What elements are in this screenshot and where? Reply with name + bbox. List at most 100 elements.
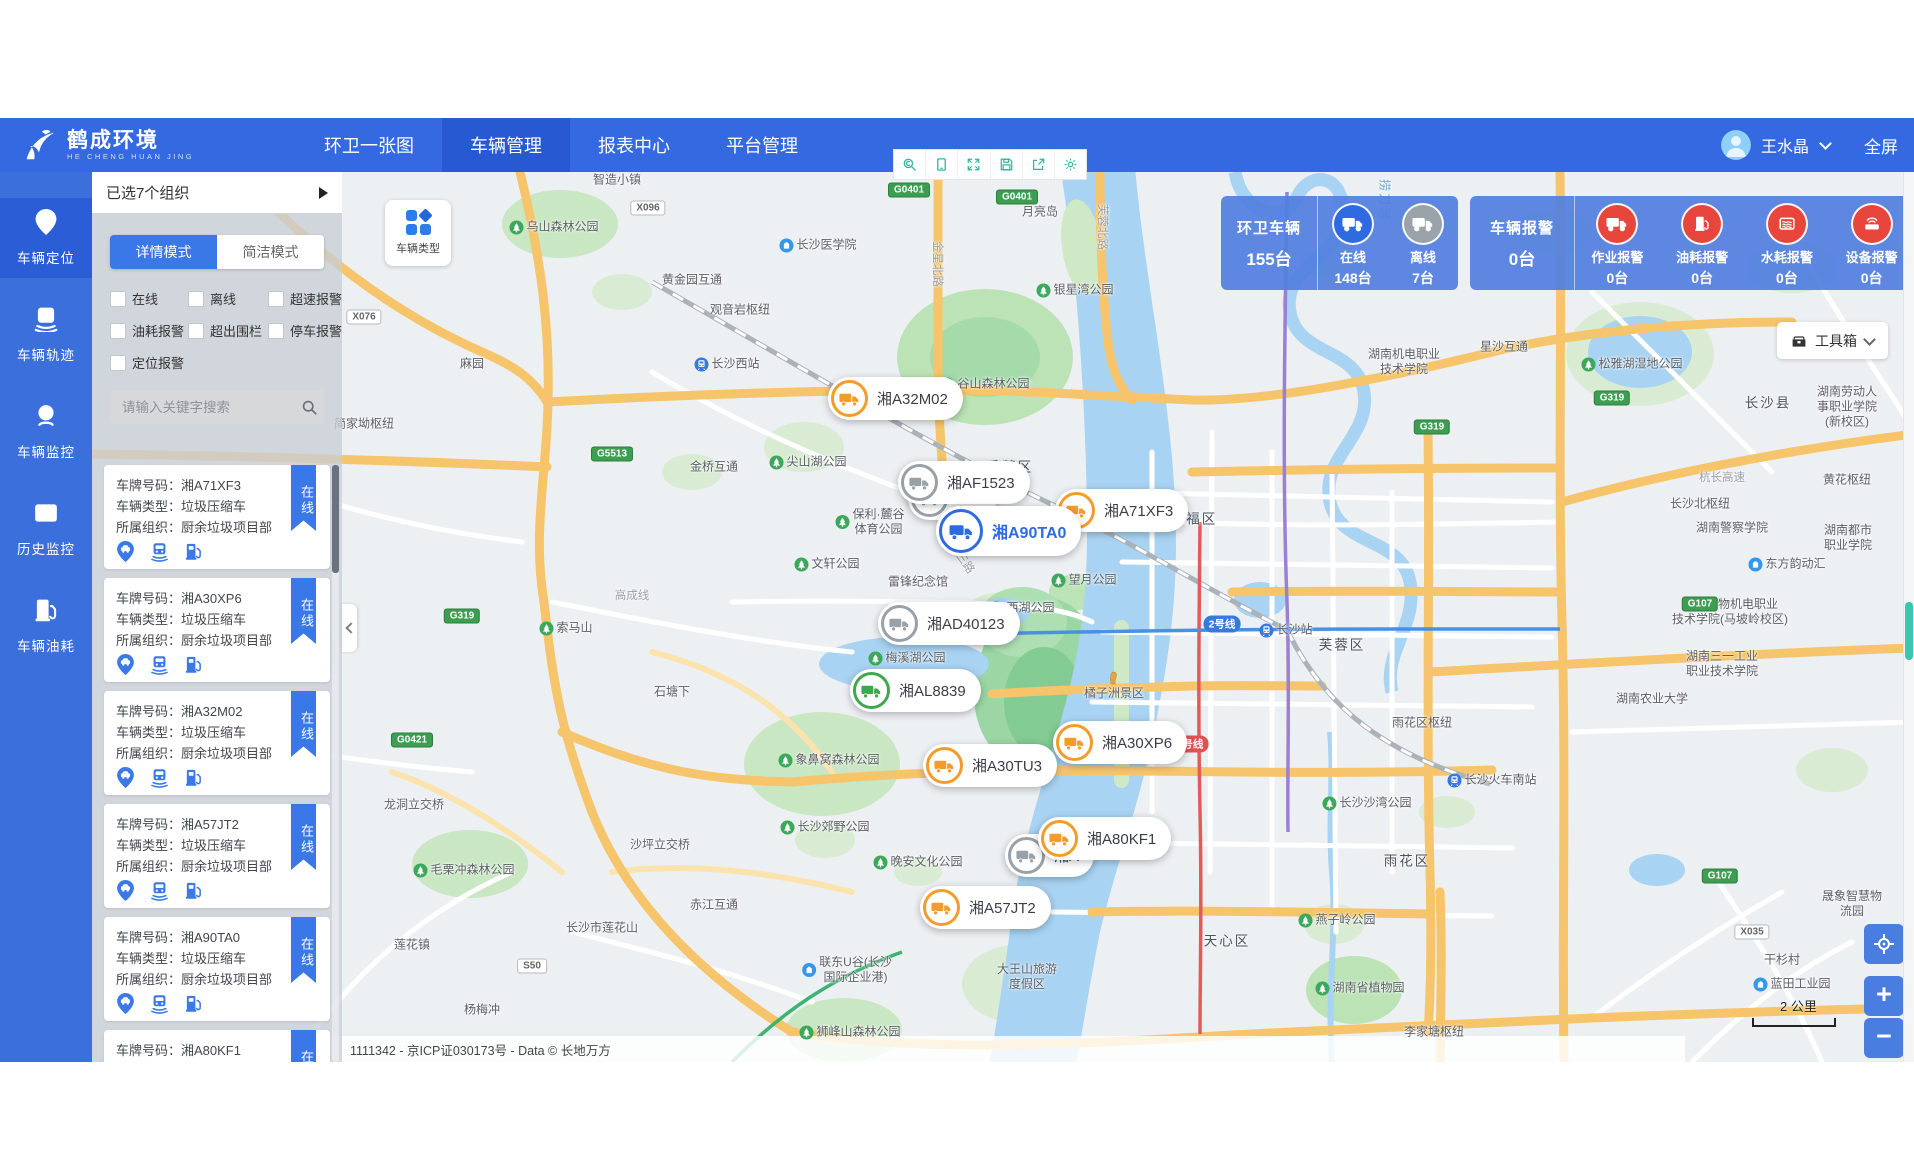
zoom-out-button[interactable]: −: [1864, 1018, 1904, 1058]
vehicle-card[interactable]: 车牌号码：湘A30XP6车辆类型：垃圾压缩车所属组织：厨余垃圾项目部在线: [104, 578, 330, 682]
track-action-icon[interactable]: [150, 993, 169, 1014]
filter-label: 定位报警: [132, 353, 184, 372]
tree-icon: [1322, 796, 1336, 810]
avatar[interactable]: [1721, 130, 1751, 160]
tab-simple-mode[interactable]: 简洁模式: [217, 235, 324, 269]
zoom-in-button[interactable]: +: [1864, 976, 1904, 1016]
locate-action-icon[interactable]: [116, 880, 135, 901]
map-label-poi: 金桥互通: [690, 460, 738, 475]
expand-arrow-icon[interactable]: [319, 187, 328, 199]
truck-icon: [939, 509, 983, 553]
vehicle-type-button[interactable]: 车辆类型: [385, 200, 451, 266]
filter-5[interactable]: 超出围栏: [188, 321, 268, 340]
sidebar-item-track[interactable]: 车辆轨迹: [0, 295, 92, 375]
save-icon[interactable]: [990, 150, 1022, 179]
sidebar-item-video[interactable]: 历史监控: [0, 489, 92, 569]
tree-icon: [799, 1025, 813, 1039]
track-action-icon[interactable]: [150, 654, 169, 675]
nav-tab-2[interactable]: 车辆管理: [442, 118, 570, 172]
fullscreen-label[interactable]: 全屏: [1864, 133, 1898, 158]
locate-action-icon[interactable]: [116, 993, 135, 1014]
panel-scrollbar[interactable]: [332, 465, 339, 1062]
checkbox-icon[interactable]: [110, 323, 126, 339]
truck-icon: [926, 747, 963, 784]
filter-4[interactable]: 油耗报警: [110, 321, 188, 340]
panel-collapse-button[interactable]: [342, 604, 357, 652]
search-input[interactable]: [120, 399, 301, 416]
vehicle-card[interactable]: 车牌号码：湘A80KF1车辆类型：垃圾压缩车所属组织：厨余垃圾项目部在线: [104, 1030, 330, 1062]
locate-action-icon[interactable]: [116, 654, 135, 675]
zoom-search-icon[interactable]: [894, 150, 925, 179]
chevron-down-icon[interactable]: [1819, 137, 1832, 150]
tab-detail-mode[interactable]: 详情模式: [110, 235, 217, 269]
nav-tab-1[interactable]: 环卫一张图: [296, 118, 442, 172]
user-name[interactable]: 王水晶: [1761, 133, 1809, 157]
fuel-action-icon[interactable]: [184, 541, 203, 562]
vehicle-card[interactable]: 车牌号码：湘A90TA0车辆类型：垃圾压缩车所属组织：厨余垃圾项目部在线: [104, 917, 330, 1021]
checkbox-icon[interactable]: [110, 355, 126, 371]
vehicle-marker-湘AF1523[interactable]: 湘AF1523: [898, 461, 1030, 504]
fuel-action-icon[interactable]: [184, 767, 203, 788]
fuel-action-icon[interactable]: [184, 654, 203, 675]
truck-icon: [853, 672, 890, 709]
road-badge: G107: [1702, 869, 1738, 884]
label-text: 长沙西站: [711, 357, 759, 372]
vehicle-card[interactable]: 车牌号码：湘A32M02车辆类型：垃圾压缩车所属组织：厨余垃圾项目部在线: [104, 691, 330, 795]
track-action-icon[interactable]: [150, 880, 169, 901]
locate-button[interactable]: [1864, 924, 1904, 964]
settings-icon[interactable]: [1054, 150, 1086, 179]
vehicle-marker-湘A90TA0[interactable]: 湘A90TA0: [936, 506, 1081, 556]
track-action-icon[interactable]: [150, 541, 169, 562]
filter-7[interactable]: 定位报警: [110, 353, 188, 372]
vehicle-marker-湘A30TU3[interactable]: 湘A30TU3: [923, 744, 1057, 787]
expand-icon[interactable]: [957, 150, 989, 179]
locate-action-icon[interactable]: [116, 541, 135, 562]
vehicle-marker-湘AL8839[interactable]: 湘AL8839: [850, 669, 981, 712]
vehicle-marker-湘A80KF1[interactable]: 湘A80KF1: [1038, 817, 1171, 860]
checkbox-icon[interactable]: [110, 291, 126, 307]
checkbox-icon[interactable]: [268, 323, 284, 339]
nav-tab-3[interactable]: 报表中心: [570, 118, 698, 172]
vehicle-card[interactable]: 车牌号码：湘A57JT2车辆类型：垃圾压缩车所属组织：厨余垃圾项目部在线: [104, 804, 330, 908]
checkbox-icon[interactable]: [188, 291, 204, 307]
vehicle-marker-湘AD40123[interactable]: 湘AD40123: [878, 602, 1020, 645]
vehicle-marker-湘A32M02[interactable]: 湘A32M02: [828, 377, 963, 420]
checkbox-icon[interactable]: [188, 323, 204, 339]
filter-2[interactable]: 离线: [188, 289, 268, 308]
map-label-poi: 月亮岛: [1022, 205, 1058, 220]
export-icon[interactable]: [1022, 150, 1054, 179]
panel-scrollbar-thumb[interactable]: [332, 465, 339, 573]
map-label-poi: 李家塘枢纽: [1404, 1025, 1464, 1040]
filter-1[interactable]: 在线: [110, 289, 188, 308]
filter-3[interactable]: 超速报警: [268, 289, 342, 308]
nav-tab-4[interactable]: 平台管理: [698, 118, 826, 172]
label-text: 燕子岭公园: [1315, 913, 1375, 928]
fuel-action-icon[interactable]: [184, 880, 203, 901]
device-screen-icon[interactable]: [925, 150, 957, 179]
filter-6[interactable]: 停车报警: [268, 321, 342, 340]
track-action-icon[interactable]: [150, 767, 169, 788]
map-canvas[interactable]: 智造小镇乌山森林公园月亮岛长沙医学院黄金园互通银星湾公园观音岩枢纽金星北路芙蓉北…: [92, 172, 1914, 1062]
map-label-poi: 莲花镇: [394, 938, 430, 953]
card-org-row: 所属组织：厨余垃圾项目部: [116, 969, 318, 990]
sidebar-item-camera[interactable]: 车辆监控: [0, 392, 92, 472]
org-header[interactable]: 已选7个组织: [92, 172, 342, 214]
sidebar-item-pin-car[interactable]: 车辆定位: [0, 198, 92, 278]
vehicle-marker-湘A30XP6[interactable]: 湘A30XP6: [1053, 721, 1187, 764]
tree-icon: [1036, 283, 1050, 297]
fuel-action-icon[interactable]: [184, 993, 203, 1014]
card-action-icons: [116, 541, 318, 562]
sidebar-item-fuel[interactable]: 车辆油耗: [0, 586, 92, 666]
toolbox-button[interactable]: 工具箱: [1777, 322, 1888, 359]
checkbox-icon[interactable]: [268, 291, 284, 307]
fleet-stats-panel: 环卫车辆 155台 在线148台离线7台: [1221, 196, 1458, 290]
locate-action-icon[interactable]: [116, 767, 135, 788]
page-scrollbar-thumb[interactable]: [1905, 602, 1913, 660]
tree-icon: [539, 621, 553, 635]
map-mini-toolbar: [893, 149, 1087, 180]
search-box[interactable]: [110, 390, 324, 424]
vehicle-card[interactable]: 车牌号码：湘A71XF3车辆类型：垃圾压缩车所属组织：厨余垃圾项目部在线: [104, 465, 330, 569]
page-scrollbar[interactable]: [1903, 172, 1914, 1062]
fleet-count: 155台: [1246, 245, 1291, 270]
vehicle-marker-湘A57JT2[interactable]: 湘A57JT2: [920, 886, 1051, 929]
